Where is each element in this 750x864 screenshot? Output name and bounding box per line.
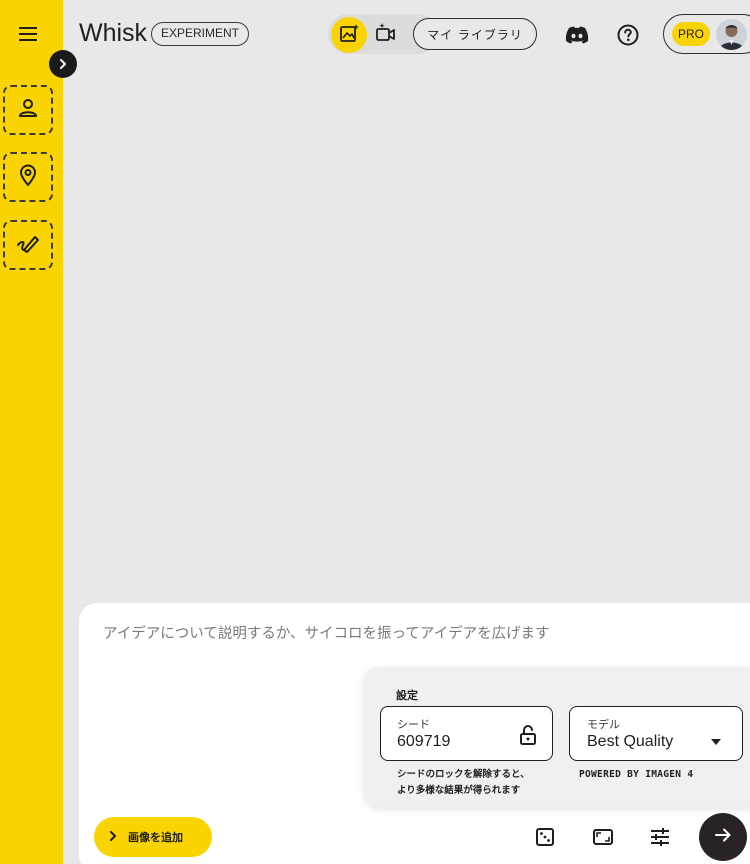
video-sparkle-icon: [374, 22, 396, 48]
add-image-button[interactable]: 画像を追加: [94, 817, 212, 857]
avatar[interactable]: [716, 19, 747, 50]
app-logo: Whisk: [79, 19, 148, 47]
video-mode-button[interactable]: [367, 17, 403, 53]
prompt-input[interactable]: [103, 622, 723, 646]
experiment-badge: EXPERIMENT: [151, 22, 250, 46]
seed-label: シード: [397, 718, 430, 731]
add-image-label: 画像を追加: [128, 831, 183, 844]
unlock-icon[interactable]: [518, 724, 538, 750]
model-value: Best Quality: [587, 733, 674, 750]
expand-sidebar-button[interactable]: [49, 50, 77, 78]
dice-icon[interactable]: [533, 825, 557, 849]
powered-by-label: POWERED BY IMAGEN 4: [579, 769, 694, 780]
pro-badge: PRO: [672, 22, 710, 46]
discord-icon[interactable]: [564, 22, 590, 48]
image-sparkle-icon: [338, 22, 360, 48]
style-slot[interactable]: [3, 220, 53, 270]
brush-icon: [15, 231, 41, 259]
model-label: モデル: [587, 718, 620, 731]
scene-slot[interactable]: [3, 152, 53, 202]
settings-title: 設定: [396, 689, 418, 702]
aspect-ratio-icon[interactable]: [591, 825, 615, 849]
seed-help-line1: シードのロックを解除すると、: [397, 769, 530, 780]
arrow-right-icon: [713, 825, 733, 849]
my-library-button[interactable]: マイ ライブラリ: [413, 18, 537, 50]
location-pin-icon: [16, 163, 40, 191]
chevron-right-icon: [57, 55, 69, 74]
send-button[interactable]: [699, 813, 747, 861]
caret-down-icon: [710, 731, 722, 750]
hamburger-icon[interactable]: [15, 22, 41, 46]
tune-icon[interactable]: [648, 825, 672, 849]
image-mode-button[interactable]: [331, 17, 367, 53]
chevron-right-icon: [108, 830, 118, 845]
seed-value: 609719: [397, 733, 451, 750]
seed-help-line2: より多様な結果が得られます: [397, 785, 521, 796]
subject-slot[interactable]: [3, 85, 53, 135]
help-icon[interactable]: [615, 22, 641, 48]
person-icon: [16, 96, 40, 124]
